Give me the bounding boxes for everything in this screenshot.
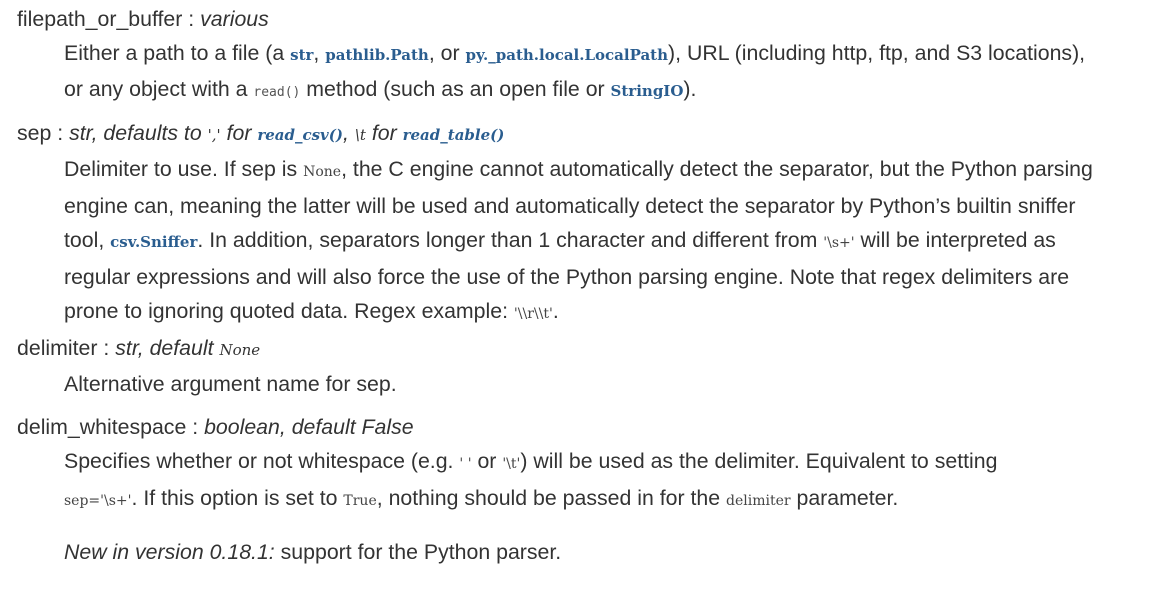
desc-text: tool, [64,228,111,252]
desc-text: method (such as an open file or [300,77,611,101]
code-whitespace-regex: '\s+' [823,235,855,251]
code-sep-setting: sep='\s+' [64,493,132,509]
desc-text: parameter. [790,486,899,510]
param-description: Alternative argument name for sep. [0,367,1176,401]
term-separator: : [51,121,70,145]
desc-text: , nothing should be passed in for the [376,486,727,510]
literal-comma: ',' [207,126,221,144]
desc-text: . In addition, separators longer than 1 … [197,228,824,252]
code-regex-example: '\\r\\t' [513,306,553,322]
desc-text: will be interpreted as [854,228,1056,252]
code-read: read() [253,85,301,100]
desc-text: . If this option is set to [131,486,344,510]
code-delimiter: delimiter [726,493,791,509]
desc-text: ) will be used as the delimiter. Equival… [520,449,998,473]
param-delim-whitespace: delim_whitespace : boolean, default Fals… [0,410,1176,518]
desc-text: , or [428,41,466,65]
param-type: for [220,121,258,145]
desc-text: . [552,299,559,323]
desc-text: Either a path to a file (a [64,41,291,65]
param-type: for [365,121,403,145]
desc-text: engine can, meaning the latter will be u… [64,194,1076,218]
param-type: str, default [115,336,220,360]
xref-read-table[interactable]: read_table() [403,126,505,144]
desc-text: , the C engine cannot automatically dete… [341,157,1093,181]
desc-text: or any object with a [64,77,254,101]
param-term: delim_whitespace : boolean, default Fals… [0,410,1176,444]
desc-text: regular expressions and will also force … [64,265,1070,289]
param-term: delimiter : str, default None [0,331,1176,367]
desc-text: ). [683,77,697,101]
xref-read-csv[interactable]: read_csv() [257,126,343,144]
doc-page: filepath_or_buffer : various Either a pa… [0,0,1176,614]
param-name: sep [17,121,52,145]
param-description: Either a path to a file (a str, pathlib.… [0,36,1176,110]
param-description: Delimiter to use. If sep is None, the C … [0,152,1176,331]
code-true: True [343,493,377,509]
param-type: various [200,7,269,31]
param-default: None [219,341,261,359]
xref-localpath[interactable]: py._path.local.LocalPath [466,46,668,64]
xref-csv-sniffer[interactable]: csv.Sniffer [110,233,197,251]
param-term: filepath_or_buffer : various [0,2,1176,36]
desc-text: or [471,449,503,473]
desc-text: prone to ignoring quoted data. Regex exa… [64,299,514,323]
param-description: Specifies whether or not whitespace (e.g… [0,444,1176,518]
term-separator: : [97,336,116,360]
desc-text: ), URL (including http, ftp, and S3 loca… [668,41,1086,65]
code-space: ' ' [459,456,472,472]
param-delimiter: delimiter : str, default None Alternativ… [0,331,1176,401]
desc-text: Delimiter to use. If sep is [64,157,304,181]
desc-text: Specifies whether or not whitespace (e.g… [64,449,460,473]
param-name: delimiter [17,336,98,360]
desc-text: Alternative argument name for sep. [64,372,397,396]
param-filepath-or-buffer: filepath_or_buffer : various Either a pa… [0,2,1176,110]
xref-pathlib-path[interactable]: pathlib.Path [325,46,429,64]
param-type: str, defaults to [69,121,208,145]
param-sep: sep : str, defaults to ',' for read_csv(… [0,116,1176,331]
param-term: sep : str, defaults to ',' for read_csv(… [0,116,1176,152]
version-note: New in version 0.18.1: support for the P… [64,535,561,569]
term-separator: : [182,7,201,31]
param-type: , [342,121,355,145]
code-none: None [303,164,342,180]
code-tab: '\t' [502,456,521,472]
term-separator: : [186,415,205,439]
xref-str[interactable]: str [290,46,313,64]
literal-tab: \t [354,126,366,144]
param-name: filepath_or_buffer [17,7,183,31]
param-type: boolean, default False [204,415,414,439]
desc-text: , [313,41,326,65]
version-text: support for the Python parser. [274,540,562,564]
xref-stringio[interactable]: StringIO [611,82,684,100]
param-name: delim_whitespace [17,415,187,439]
version-label: New in version 0.18.1: [64,540,275,564]
